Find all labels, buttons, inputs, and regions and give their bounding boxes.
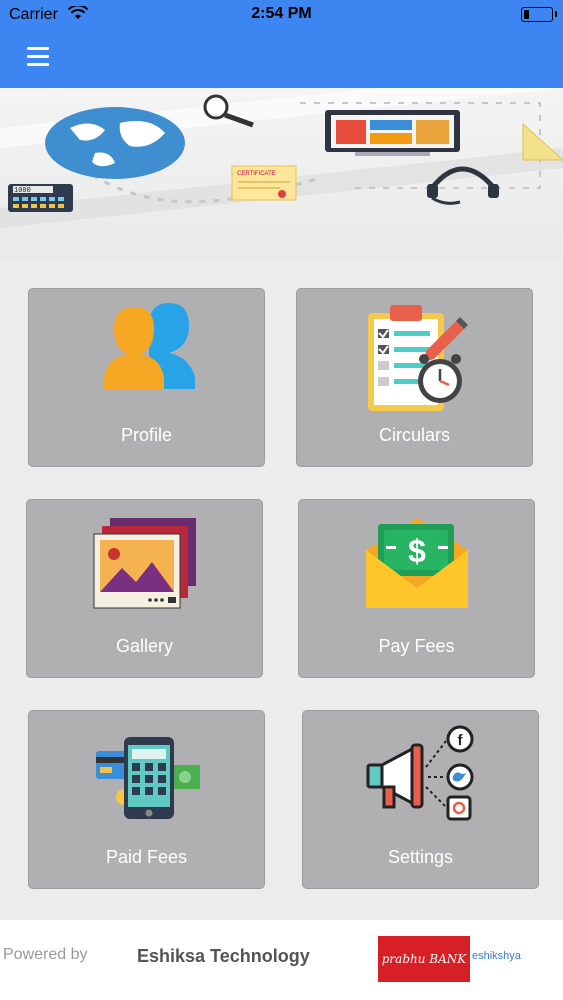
profile-icon [103, 303, 195, 389]
tile-label: Pay Fees [378, 636, 455, 656]
tile-label: Paid Fees [105, 847, 188, 867]
battery-icon [521, 7, 557, 22]
certificate-text: CERTIFICATE [237, 171, 276, 177]
svg-text:$: $ [408, 533, 426, 569]
company-name: Eshiksa Technology [137, 946, 310, 966]
status-bar: Carrier 2:54 PM [0, 0, 563, 30]
phone-card-icon [95, 737, 200, 819]
tile-label: Profile [120, 425, 173, 445]
certificate-icon: CERTIFICATE [231, 165, 297, 201]
clock-time: 2:54 PM [251, 5, 312, 22]
money-envelope-icon: $ [365, 518, 468, 608]
tile-settings[interactable]: f Settings [302, 710, 539, 889]
megaphone-social-icon: f [366, 725, 473, 821]
bank-logo-text: prabhu BANK [381, 952, 467, 966]
calculator-icon: 1000 [8, 184, 73, 212]
set-square-icon [522, 122, 563, 161]
tile-circulars[interactable]: Circulars [296, 288, 533, 467]
tile-gallery[interactable]: Gallery [26, 499, 263, 678]
tile-label: Circulars [378, 425, 450, 445]
dashboard-grid: Profile Circulars Gallery $ Pay Fees Pai… [0, 258, 563, 920]
globe-icon [45, 107, 185, 179]
footer: Powered by Eshiksa Technology prabhu BAN… [0, 920, 563, 1000]
tile-paid-fees[interactable]: Paid Fees [28, 710, 265, 889]
monitor-icon [325, 110, 460, 156]
bank-logo: prabhu BANK [378, 936, 470, 982]
eshikshya-logo: eshikshya [472, 950, 521, 962]
hamburger-icon[interactable] [27, 47, 49, 67]
gallery-icon [93, 518, 196, 609]
powered-by-label: Powered by [3, 946, 88, 963]
top-nav-bar [0, 30, 563, 88]
calculator-display: 1000 [14, 187, 31, 195]
tile-pay-fees[interactable]: $ Pay Fees [298, 499, 535, 678]
clipboard-clock-icon [367, 305, 468, 411]
tile-label: Settings [387, 847, 454, 867]
tile-label: Gallery [115, 636, 173, 656]
banner-image: 1000 CERTIFICATE [0, 88, 563, 258]
tile-profile[interactable]: Profile [28, 288, 265, 467]
